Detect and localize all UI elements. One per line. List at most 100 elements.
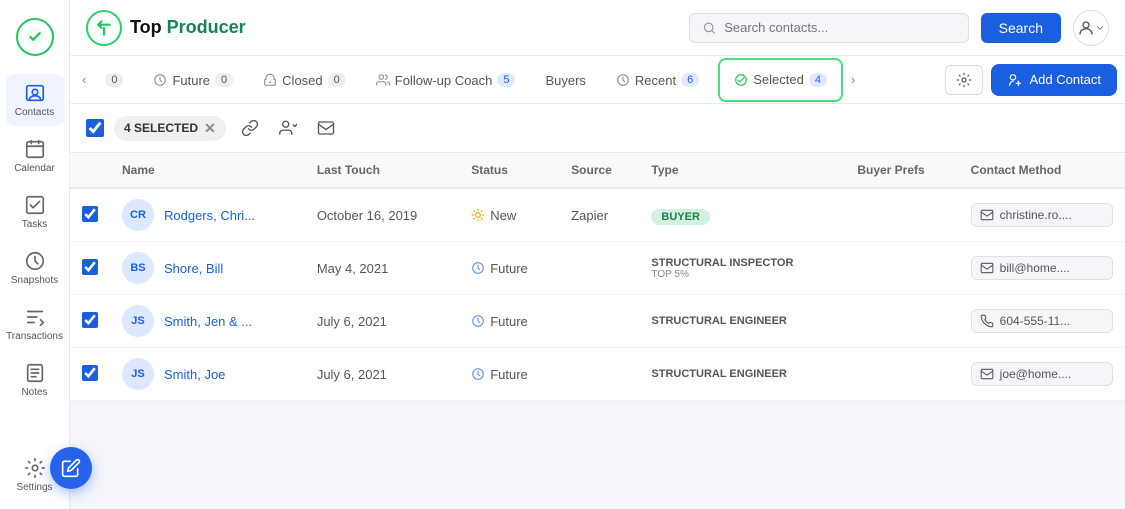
fab-edit-button[interactable] <box>50 447 92 489</box>
row-1-type-sub: TOP 5% <box>651 269 833 280</box>
row-2-checkbox-cell <box>70 295 110 348</box>
add-contact-button[interactable]: Add Contact <box>991 64 1117 96</box>
row-1-status-content: Future <box>471 261 547 276</box>
row-2-contact-value: 604-555-11... <box>1000 314 1071 328</box>
row-0-name[interactable]: Rodgers, Chri... <box>164 208 255 223</box>
row-3-buyer-prefs <box>845 348 958 401</box>
row-2-contact-method-content: 604-555-11... <box>971 309 1113 333</box>
closed-icon <box>263 73 277 87</box>
tab-recent[interactable]: Recent 6 <box>601 56 714 104</box>
row-2-type-content: STRUCTURAL ENGINEER <box>651 315 833 327</box>
sidebar-item-contacts[interactable]: Contacts <box>6 74 64 126</box>
row-3-type: STRUCTURAL ENGINEER <box>639 348 845 401</box>
row-1-name[interactable]: Shore, Bill <box>164 261 223 276</box>
edit-icon <box>61 458 81 478</box>
row-3-type-label: STRUCTURAL ENGINEER <box>651 368 833 380</box>
main-area: Top Producer Search ‹ 0 Future <box>70 0 1125 509</box>
row-1-buyer-prefs <box>845 242 958 295</box>
row-0-source: Zapier <box>559 188 639 242</box>
user-avatar-button[interactable] <box>1073 10 1109 46</box>
sidebar-item-notes-label: Notes <box>21 387 47 398</box>
selected-check-icon <box>734 73 748 87</box>
tab-unnamed[interactable]: 0 <box>90 56 138 104</box>
row-3-contact-value: joe@home.... <box>1000 367 1072 381</box>
row-2-name-content: JS Smith, Jen & ... <box>122 305 293 337</box>
row-3-checkbox-cell <box>70 348 110 401</box>
row-3-avatar: JS <box>122 358 154 390</box>
tab-closed-badge: 0 <box>328 73 346 87</box>
search-button[interactable]: Search <box>981 13 1061 43</box>
logo-tp-icon <box>94 18 114 38</box>
row-2-status-content: Future <box>471 314 547 329</box>
tab-scroll-right[interactable]: › <box>847 68 859 91</box>
transactions-icon <box>24 306 46 328</box>
contacts-table-container: Name Last Touch Status Source Type Buyer… <box>70 153 1125 509</box>
snapshots-icon <box>24 250 46 272</box>
sidebar-item-tasks[interactable]: Tasks <box>6 186 64 238</box>
gear-icon <box>956 72 972 88</box>
future-icon <box>153 73 167 87</box>
sidebar-item-snapshots[interactable]: Snapshots <box>6 242 64 294</box>
row-3-type-content: STRUCTURAL ENGINEER <box>651 368 833 380</box>
row-0-status-content: New <box>471 208 547 223</box>
row-0-checkbox[interactable] <box>82 206 98 222</box>
email-button[interactable] <box>312 114 340 142</box>
tab-selected[interactable]: Selected 4 <box>718 58 843 102</box>
tab-followup-badge: 5 <box>497 73 515 87</box>
sidebar-item-settings-label: Settings <box>16 482 52 493</box>
row-1-contact-method: bill@home.... <box>959 242 1125 295</box>
sun-icon <box>471 208 485 222</box>
row-1-contact-value: bill@home.... <box>1000 261 1070 275</box>
settings-gear-button[interactable] <box>945 65 983 95</box>
table-row: CR Rodgers, Chri... October 16, 2019NewZ… <box>70 188 1125 242</box>
row-1-name-content: BS Shore, Bill <box>122 252 293 284</box>
phone-cm-icon <box>980 314 994 328</box>
select-all-checkbox[interactable] <box>86 119 104 137</box>
assign-button[interactable] <box>274 114 302 142</box>
col-status: Status <box>459 153 559 188</box>
sidebar-item-transactions[interactable]: Transactions <box>6 298 64 350</box>
tab-unnamed-badge: 0 <box>105 73 123 87</box>
clear-selection-button[interactable]: ✕ <box>204 120 216 137</box>
row-3-last-touch: July 6, 2021 <box>305 348 459 401</box>
col-last-touch: Last Touch <box>305 153 459 188</box>
row-2-checkbox[interactable] <box>82 312 98 328</box>
tab-closed[interactable]: Closed 0 <box>248 56 361 104</box>
row-2-name[interactable]: Smith, Jen & ... <box>164 314 252 329</box>
tab-closed-label: Closed <box>282 73 322 88</box>
row-2-contact-method: 604-555-11... <box>959 295 1125 348</box>
row-1-checkbox[interactable] <box>82 259 98 275</box>
tab-future-badge: 0 <box>215 73 233 87</box>
user-icon <box>1077 19 1095 37</box>
table-header-row: Name Last Touch Status Source Type Buyer… <box>70 153 1125 188</box>
sidebar-item-calendar[interactable]: Calendar <box>6 130 64 182</box>
row-2-buyer-prefs <box>845 295 958 348</box>
row-1-name-cell: BS Shore, Bill <box>110 242 305 295</box>
tab-bar: ‹ 0 Future 0 Closed 0 Follow-up Coach <box>70 56 1125 104</box>
selected-badge: 4 SELECTED ✕ <box>114 116 226 141</box>
row-0-status-text: New <box>490 208 516 223</box>
toolbar: 4 SELECTED ✕ <box>70 104 1125 153</box>
row-3-checkbox[interactable] <box>82 365 98 381</box>
tab-followup-label: Follow-up Coach <box>395 73 493 88</box>
tab-future[interactable]: Future 0 <box>138 56 248 104</box>
col-name: Name <box>110 153 305 188</box>
row-3-name[interactable]: Smith, Joe <box>164 367 225 382</box>
row-0-checkbox-cell <box>70 188 110 242</box>
tab-followup[interactable]: Follow-up Coach 5 <box>361 56 531 104</box>
link-button[interactable] <box>236 114 264 142</box>
add-contact-label: Add Contact <box>1029 72 1101 87</box>
email-icon <box>317 119 335 137</box>
row-0-name-cell: CR Rodgers, Chri... <box>110 188 305 242</box>
row-2-source <box>559 295 639 348</box>
row-1-avatar: BS <box>122 252 154 284</box>
col-source: Source <box>559 153 639 188</box>
email-cm-icon <box>980 208 994 222</box>
email-cm-icon <box>980 261 994 275</box>
sidebar-item-notes[interactable]: Notes <box>6 354 64 406</box>
search-input[interactable] <box>724 20 955 35</box>
tab-scroll-left[interactable]: ‹ <box>78 68 90 91</box>
tab-buyers[interactable]: Buyers <box>530 56 600 104</box>
row-3-contact-method-content: joe@home.... <box>971 362 1113 386</box>
add-contact-icon <box>1007 72 1023 88</box>
